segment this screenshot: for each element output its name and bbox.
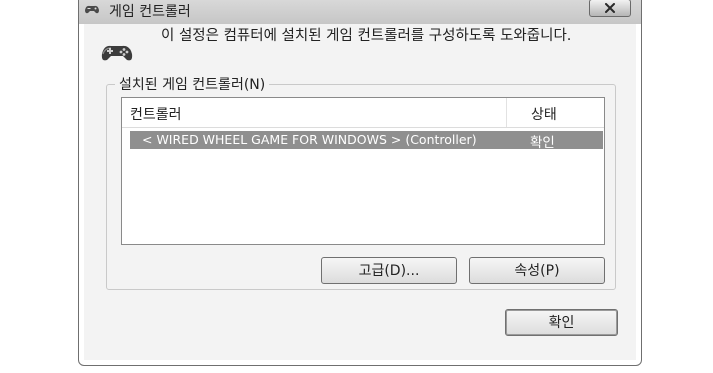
window-title: 게임 컨트롤러 — [109, 4, 191, 20]
close-button[interactable] — [589, 0, 631, 17]
advanced-button[interactable]: 고급(D)... — [321, 257, 457, 284]
properties-button[interactable]: 속성(P) — [469, 257, 605, 284]
list-item[interactable]: < WIRED WHEEL GAME FOR WINDOWS > (Contro… — [130, 131, 603, 151]
column-divider[interactable] — [506, 98, 507, 127]
game-controllers-dialog: 게임 컨트롤러 이 설정은 컴퓨터에 설치된 게임 컨트롤러를 구성하도록 도와… — [78, 0, 642, 366]
dialog-content: 이 설정은 컴퓨터에 설치된 게임 컨트롤러를 구성하도록 도와줍니다. 설치된… — [84, 24, 636, 360]
installed-controllers-group: 설치된 게임 컨트롤러(N) 컨트롤러 상태 < WIRED WHEEL GAM… — [106, 74, 616, 290]
controller-status: 확인 — [530, 135, 555, 151]
column-header-controller[interactable]: 컨트롤러 — [130, 104, 182, 124]
close-icon — [605, 3, 615, 13]
column-header-status[interactable]: 상태 — [531, 104, 557, 124]
gamepad-icon — [101, 45, 133, 61]
controller-name: < WIRED WHEEL GAME FOR WINDOWS > (Contro… — [142, 132, 477, 147]
controllers-list[interactable]: 컨트롤러 상태 < WIRED WHEEL GAME FOR WINDOWS >… — [121, 97, 605, 245]
ok-button[interactable]: 확인 — [505, 309, 618, 336]
gamepad-icon — [85, 5, 99, 14]
description-text: 이 설정은 컴퓨터에 설치된 게임 컨트롤러를 구성하도록 도와줍니다. — [161, 28, 572, 44]
title-bar[interactable]: 게임 컨트롤러 — [79, 0, 641, 24]
list-header: 컨트롤러 상태 — [122, 98, 604, 128]
group-label: 설치된 게임 컨트롤러(N) — [115, 74, 270, 94]
